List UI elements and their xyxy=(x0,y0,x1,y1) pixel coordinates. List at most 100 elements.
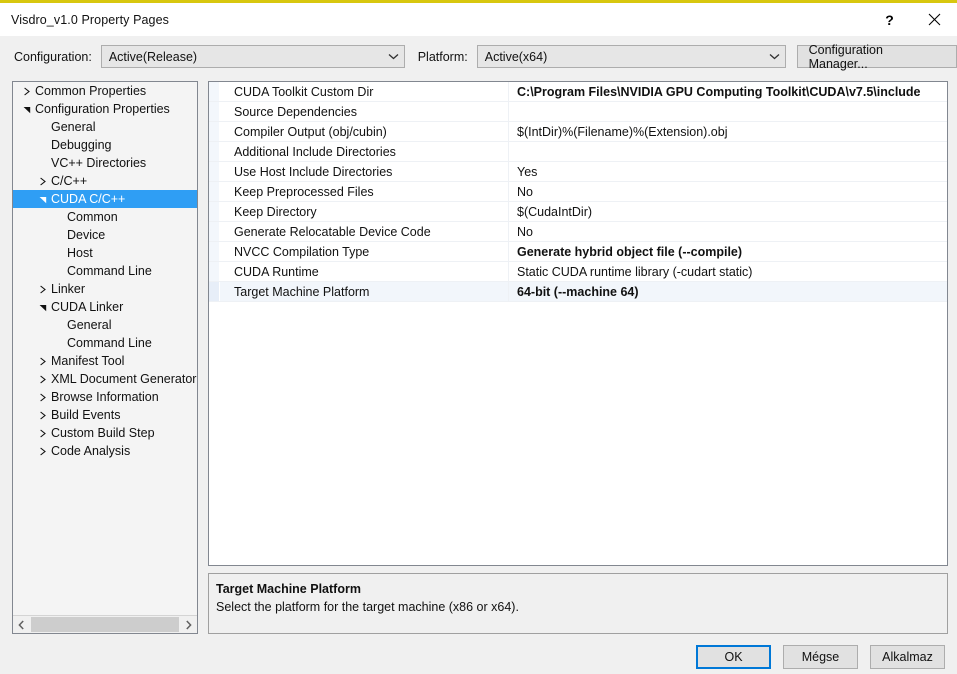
tree-item[interactable]: Common xyxy=(13,208,197,226)
help-label: ? xyxy=(885,11,894,28)
property-value[interactable]: $(IntDir)%(Filename)%(Extension).obj xyxy=(509,122,947,141)
property-row[interactable]: Additional Include Directories xyxy=(209,142,947,162)
property-name: CUDA Runtime xyxy=(220,262,509,281)
configuration-label: Configuration: xyxy=(14,49,92,64)
properties-tree[interactable]: Common Properties Configuration Propertie… xyxy=(12,81,198,634)
tree-item-label: Linker xyxy=(51,282,86,296)
triangle-down-icon[interactable] xyxy=(19,105,35,114)
property-row[interactable]: NVCC Compilation Type Generate hybrid obj… xyxy=(209,242,947,262)
tree-item-label: Device xyxy=(67,228,106,242)
scrollbar-thumb[interactable] xyxy=(31,617,179,632)
property-row[interactable]: Keep Preprocessed Files No xyxy=(209,182,947,202)
tree-item[interactable]: General xyxy=(13,118,197,136)
tree-item[interactable]: Common Properties xyxy=(13,82,197,100)
property-value[interactable] xyxy=(509,142,947,161)
tree-item-label: Command Line xyxy=(67,336,152,350)
tree-item[interactable]: Configuration Properties xyxy=(13,100,197,118)
tree-item-label: Build Events xyxy=(51,408,121,422)
property-value[interactable]: Static CUDA runtime library (-cudart sta… xyxy=(509,262,947,281)
property-value[interactable]: No xyxy=(509,182,947,201)
property-row[interactable]: Keep Directory $(CudaIntDir) xyxy=(209,202,947,222)
property-row[interactable]: CUDA Toolkit Custom Dir C:\Program Files\… xyxy=(209,82,947,102)
triangle-right-icon[interactable] xyxy=(35,357,51,366)
tree-item[interactable]: Device xyxy=(13,226,197,244)
tree-item[interactable]: Command Line xyxy=(13,334,197,352)
platform-label: Platform: xyxy=(417,49,468,64)
configuration-combobox-value: Active(Release) xyxy=(108,49,198,64)
triangle-right-icon[interactable] xyxy=(35,285,51,294)
triangle-down-icon[interactable] xyxy=(35,303,51,312)
property-value[interactable] xyxy=(509,102,947,121)
property-name: Keep Directory xyxy=(220,202,509,221)
tree-item[interactable]: XML Document Generator xyxy=(13,370,197,388)
configuration-manager-button[interactable]: Configuration Manager... xyxy=(796,43,957,71)
tree-item[interactable]: General xyxy=(13,316,197,334)
property-value[interactable]: No xyxy=(509,222,947,241)
property-value[interactable]: C:\Program Files\NVIDIA GPU Computing To… xyxy=(509,82,947,101)
chevron-left-icon[interactable] xyxy=(13,616,30,633)
property-row[interactable]: Compiler Output (obj/cubin) $(IntDir)%(Fi… xyxy=(209,122,947,142)
tree-item-label: Command Line xyxy=(67,264,152,278)
title-bar: Visdro_v1.0 Property Pages ? xyxy=(0,3,957,36)
row-gutter xyxy=(209,182,220,201)
property-value[interactable]: Generate hybrid object file (--compile) xyxy=(509,242,947,261)
description-body: Select the platform for the target machi… xyxy=(216,600,519,614)
property-name: Source Dependencies xyxy=(220,102,509,121)
tree-item[interactable]: Build Events xyxy=(13,406,197,424)
tree-item[interactable]: Manifest Tool xyxy=(13,352,197,370)
close-icon[interactable] xyxy=(912,3,957,36)
property-row[interactable]: Target Machine Platform 64-bit (--machine… xyxy=(209,282,947,302)
property-row[interactable]: Generate Relocatable Device Code No xyxy=(209,222,947,242)
property-value[interactable]: Yes xyxy=(509,162,947,181)
tree-item[interactable]: CUDA Linker xyxy=(13,298,197,316)
row-gutter xyxy=(209,82,220,101)
tree-item[interactable]: Debugging xyxy=(13,136,197,154)
help-icon[interactable]: ? xyxy=(867,3,912,36)
triangle-right-icon[interactable] xyxy=(35,447,51,456)
triangle-right-icon[interactable] xyxy=(35,393,51,402)
property-grid[interactable]: CUDA Toolkit Custom Dir C:\Program Files\… xyxy=(208,81,948,566)
property-value[interactable]: 64-bit (--machine 64) xyxy=(509,282,947,301)
tree-item-label: General xyxy=(51,120,96,134)
tree-item[interactable]: Host xyxy=(13,244,197,262)
tree-item[interactable]: Custom Build Step xyxy=(13,424,197,442)
configuration-combobox[interactable]: Active(Release) xyxy=(100,45,405,68)
property-row[interactable]: Source Dependencies xyxy=(209,102,947,122)
triangle-right-icon[interactable] xyxy=(35,429,51,438)
tree-item[interactable]: C/C++ xyxy=(13,172,197,190)
tree-item[interactable]: Browse Information xyxy=(13,388,197,406)
platform-combobox[interactable]: Active(x64) xyxy=(476,45,786,68)
property-name: Generate Relocatable Device Code xyxy=(220,222,509,241)
chevron-right-icon[interactable] xyxy=(180,616,197,633)
cancel-button[interactable]: Mégse xyxy=(783,645,858,669)
triangle-right-icon[interactable] xyxy=(35,375,51,384)
tree-item-label: General xyxy=(67,318,112,332)
property-row[interactable]: Use Host Include Directories Yes xyxy=(209,162,947,182)
property-pages-dialog: Visdro_v1.0 Property Pages ? Configurati… xyxy=(0,0,957,674)
platform-combobox-value: Active(x64) xyxy=(484,49,548,64)
tree-item[interactable]: CUDA C/C++ xyxy=(13,190,197,208)
row-gutter xyxy=(209,122,220,141)
tree-item-label: Common xyxy=(67,210,118,224)
triangle-right-icon[interactable] xyxy=(19,87,35,96)
tree-item[interactable]: Linker xyxy=(13,280,197,298)
tree-item[interactable]: Code Analysis xyxy=(13,442,197,460)
ok-button[interactable]: OK xyxy=(696,645,771,669)
tree-item-label: XML Document Generator xyxy=(51,372,197,386)
row-gutter xyxy=(209,222,220,241)
tree-horizontal-scrollbar[interactable] xyxy=(13,615,197,633)
tree-item-label: VC++ Directories xyxy=(51,156,147,170)
row-gutter xyxy=(209,262,220,281)
tree-item[interactable]: Command Line xyxy=(13,262,197,280)
tree-item[interactable]: VC++ Directories xyxy=(13,154,197,172)
property-value[interactable]: $(CudaIntDir) xyxy=(509,202,947,221)
triangle-right-icon[interactable] xyxy=(35,411,51,420)
description-panel: Target Machine Platform Select the platf… xyxy=(208,573,948,634)
triangle-right-icon[interactable] xyxy=(35,177,51,186)
description-title: Target Machine Platform xyxy=(216,582,361,596)
property-row[interactable]: CUDA Runtime Static CUDA runtime library … xyxy=(209,262,947,282)
apply-button[interactable]: Alkalmaz xyxy=(870,645,945,669)
dialog-buttons: OK Mégse Alkalmaz xyxy=(696,645,945,669)
triangle-down-icon[interactable] xyxy=(35,195,51,204)
tree-item-label: Host xyxy=(67,246,93,260)
